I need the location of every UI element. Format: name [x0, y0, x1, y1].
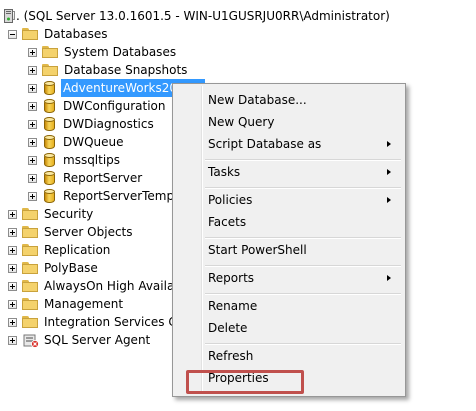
- menu-item-label: Script Database as: [208, 137, 322, 151]
- folder-icon: [22, 316, 38, 328]
- menu-item-new-database[interactable]: New Database...: [175, 89, 403, 111]
- tree-label[interactable]: Integration Services Catalogs: [44, 313, 172, 331]
- submenu-arrow-icon: [387, 169, 391, 175]
- tree-label[interactable]: ReportServerTempDB: [63, 187, 172, 205]
- menu-item-script-database-as[interactable]: Script Database as: [175, 133, 403, 155]
- expand-icon[interactable]: [8, 210, 17, 219]
- expand-icon[interactable]: [28, 66, 37, 75]
- database-icon: [44, 99, 55, 113]
- menu-item-label: Reports: [208, 271, 255, 285]
- tree-label[interactable]: DWQueue: [63, 133, 124, 151]
- submenu-arrow-icon: [387, 275, 391, 281]
- expand-icon[interactable]: [8, 282, 17, 291]
- collapse-icon[interactable]: [8, 30, 17, 39]
- tree-label[interactable]: System Databases: [64, 43, 176, 61]
- expand-icon[interactable]: [28, 174, 37, 183]
- server-label[interactable]: . (SQL Server 13.0.1601.5 - WIN-U1GUSRJU…: [16, 7, 390, 25]
- menu-item-policies[interactable]: Policies: [175, 189, 403, 211]
- expand-icon[interactable]: [8, 228, 17, 237]
- context-menu: New Database... New Query Script Databas…: [172, 83, 406, 397]
- server-connection-icon: [4, 9, 13, 23]
- database-icon: [44, 135, 55, 149]
- tree-label[interactable]: Replication: [44, 241, 110, 259]
- menu-item-label: Rename: [208, 299, 258, 313]
- menu-item-label: New Database...: [208, 93, 307, 107]
- database-icon: [44, 81, 55, 95]
- database-icon: [44, 153, 55, 167]
- expand-icon[interactable]: [28, 192, 37, 201]
- menu-item-rename[interactable]: Rename: [175, 295, 403, 317]
- folder-icon: [22, 298, 38, 310]
- menu-item-start-powershell[interactable]: Start PowerShell: [175, 239, 403, 261]
- folder-icon: [22, 262, 38, 274]
- expand-icon[interactable]: [8, 336, 17, 345]
- tree-node-reportservertempdb[interactable]: ReportServerTempDB: [28, 187, 172, 205]
- folder-icon: [22, 280, 38, 292]
- menu-item-delete[interactable]: Delete: [175, 317, 403, 339]
- menu-item-new-query[interactable]: New Query: [175, 111, 403, 133]
- submenu-arrow-icon: [387, 141, 391, 147]
- expand-icon[interactable]: [28, 48, 37, 57]
- tree-node-integration-services[interactable]: Integration Services Catalogs: [8, 313, 172, 331]
- menu-item-label: Tasks: [208, 165, 241, 179]
- expand-icon[interactable]: [8, 264, 17, 273]
- expand-icon[interactable]: [28, 84, 37, 93]
- database-icon: [44, 117, 55, 131]
- database-icon: [44, 171, 55, 185]
- menu-item-tasks[interactable]: Tasks: [175, 161, 403, 183]
- menu-item-label: Refresh: [208, 349, 254, 363]
- tree-label[interactable]: DWConfiguration: [63, 97, 166, 115]
- menu-item-label: Start PowerShell: [208, 243, 307, 257]
- tree-label[interactable]: AlwaysOn High Availability: [44, 277, 172, 295]
- tree-label[interactable]: Server Objects: [44, 223, 133, 241]
- tree-label[interactable]: SQL Server Agent: [44, 331, 150, 349]
- tree-label[interactable]: Security: [44, 205, 93, 223]
- properties-highlight-box: [186, 370, 304, 394]
- tree-label[interactable]: DWDiagnostics: [63, 115, 154, 133]
- tree-label[interactable]: Management: [44, 295, 123, 313]
- expand-icon[interactable]: [28, 138, 37, 147]
- expand-icon[interactable]: [8, 318, 17, 327]
- folder-icon: [42, 64, 58, 76]
- folder-icon: [22, 226, 38, 238]
- submenu-arrow-icon: [387, 197, 391, 203]
- menu-item-refresh[interactable]: Refresh: [175, 345, 403, 367]
- menu-item-reports[interactable]: Reports: [175, 267, 403, 289]
- sql-agent-icon: [23, 332, 39, 348]
- folder-icon: [22, 208, 38, 220]
- folder-icon: [22, 244, 38, 256]
- menu-item-label: Delete: [208, 321, 248, 335]
- tree-label[interactable]: Database Snapshots: [64, 61, 187, 79]
- tree-label[interactable]: PolyBase: [44, 259, 98, 277]
- tree-label[interactable]: mssqltips: [63, 151, 120, 169]
- menu-item-facets[interactable]: Facets: [175, 211, 403, 233]
- expand-icon[interactable]: [28, 156, 37, 165]
- expand-icon[interactable]: [28, 102, 37, 111]
- menu-item-label: Policies: [208, 193, 253, 207]
- expand-icon[interactable]: [8, 246, 17, 255]
- database-icon: [44, 189, 55, 203]
- folder-icon: [22, 28, 38, 40]
- tree-node-alwayson[interactable]: AlwaysOn High Availability: [8, 277, 172, 295]
- menu-item-label: Facets: [208, 215, 247, 229]
- folder-icon: [42, 46, 58, 58]
- expand-icon[interactable]: [8, 300, 17, 309]
- menu-item-label: New Query: [208, 115, 275, 129]
- tree-label[interactable]: ReportServer: [63, 169, 142, 187]
- tree-label[interactable]: Databases: [44, 25, 108, 43]
- expand-icon[interactable]: [28, 120, 37, 129]
